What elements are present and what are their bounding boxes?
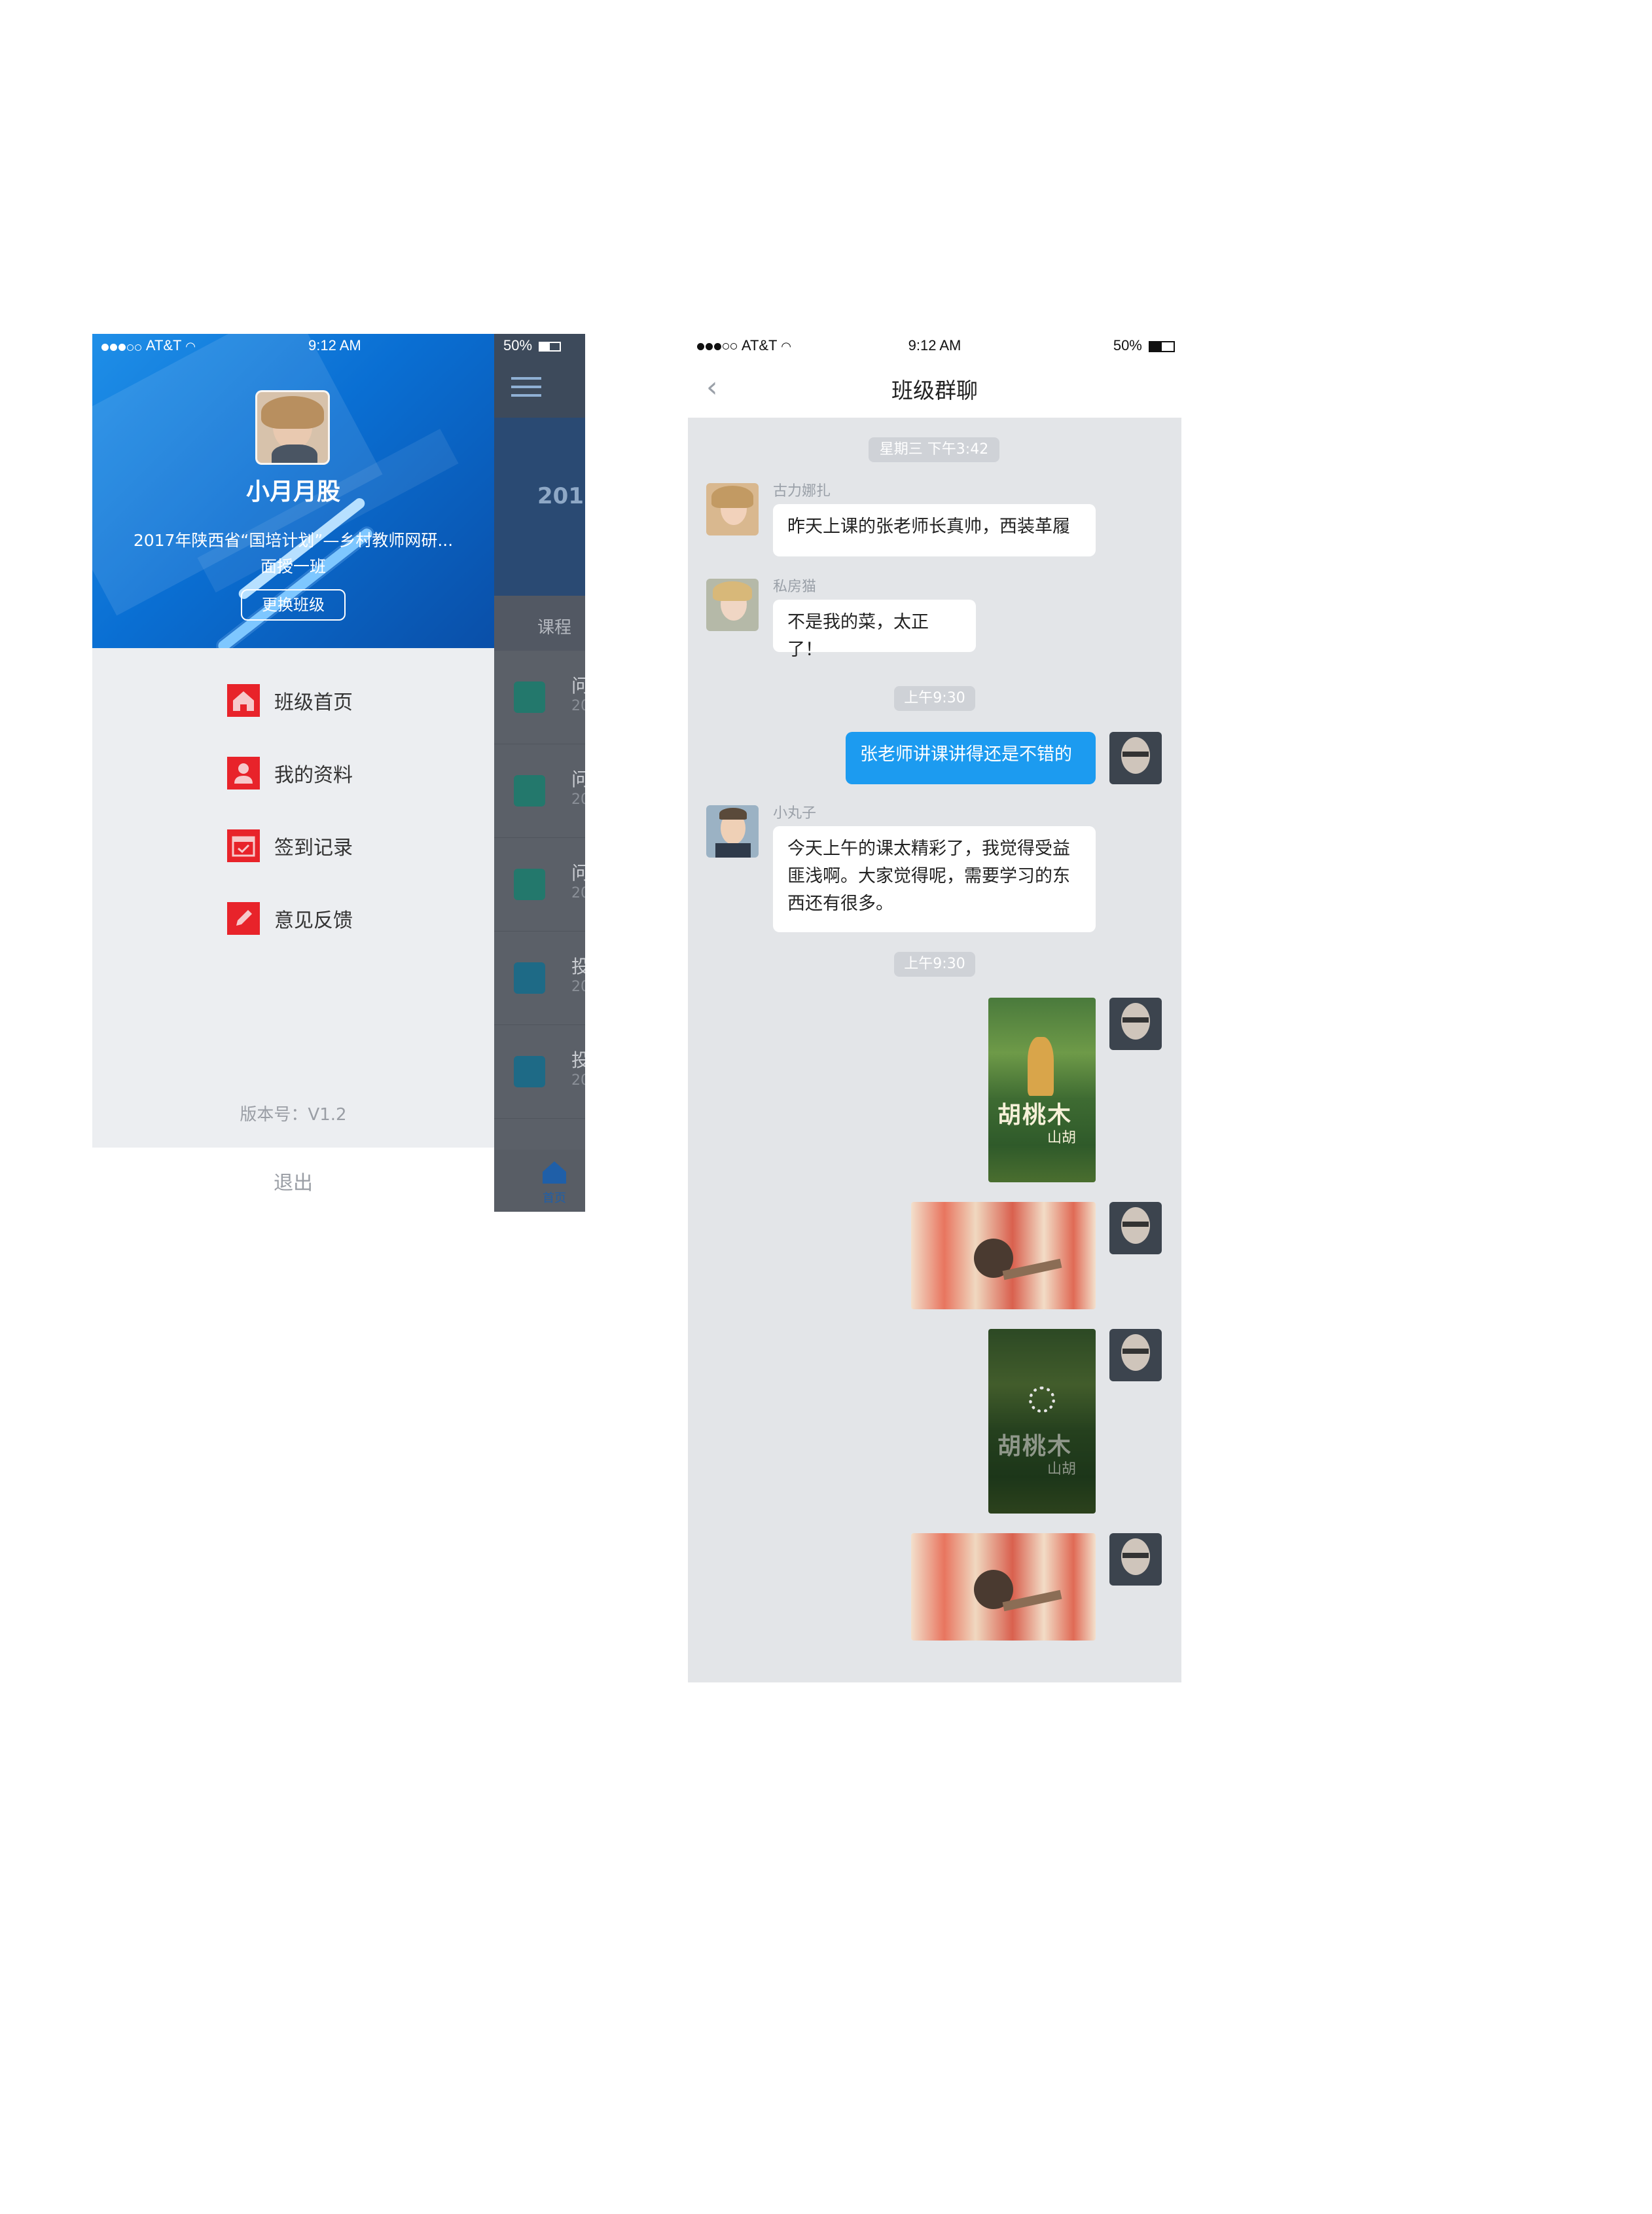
version-label: 版本号：V1.2: [240, 1105, 347, 1125]
vote-icon: [514, 962, 545, 994]
profile-name: 小月月股: [245, 479, 340, 505]
battery-icon: [539, 341, 562, 352]
my-chat-bubble[interactable]: 张老师讲课讲得还是不错的: [846, 732, 1096, 784]
chat-line: 今天上午的课太精彩了，我觉得受益: [787, 839, 1070, 859]
my-avatar[interactable]: [1109, 1329, 1162, 1381]
chat-bubble[interactable]: 不是我的菜，太正了！: [773, 600, 976, 660]
menu-item-label: 意见反馈: [274, 909, 353, 932]
menu-item-checkin-records[interactable]: 签到记录: [227, 826, 353, 865]
user-icon: [227, 757, 260, 789]
class-description: 2017年陕西省“国培计划”—乡村教师网研... 面授一班: [112, 528, 475, 580]
home-tab-icon[interactable]: [540, 1159, 569, 1185]
list-item-title: 问: [571, 862, 585, 884]
list-item-title: 投: [571, 956, 585, 977]
avatar[interactable]: [255, 390, 330, 465]
list-item-sub: 20: [571, 885, 585, 901]
timestamp: 星期三 下午3:42: [869, 437, 999, 462]
home-tab-label: 首页: [543, 1191, 566, 1205]
nav-bar: AT&T ◠ 9:12 AM 50% ‹ 班级群聊: [688, 334, 1181, 418]
battery-label: 50%: [1113, 334, 1175, 357]
chat-line: 西还有很多。: [787, 894, 893, 914]
menu-item-label: 签到记录: [274, 837, 353, 860]
image-message-book[interactable]: 胡桃木 山胡: [988, 998, 1096, 1182]
sender-name: 小丸子: [773, 805, 817, 822]
peek-tabbar: 首页: [494, 1150, 585, 1212]
signal-icon: [101, 335, 143, 358]
avatar[interactable]: [706, 483, 759, 535]
image-message-forest[interactable]: [911, 1202, 1096, 1309]
side-drawer-screen: AT&T ◠ 9:12 AM 小月月股 2017年陕西省“国培计划”—乡村教师网…: [92, 334, 585, 1212]
list-item-sub: 20: [571, 698, 585, 714]
profile-header: AT&T ◠ 9:12 AM 小月月股 2017年陕西省“国培计划”—乡村教师网…: [92, 334, 494, 648]
peek-header: 50%: [494, 334, 585, 418]
menu-item-label: 班级首页: [274, 691, 353, 714]
change-class-button[interactable]: 更换班级: [241, 589, 346, 621]
vote-icon: [514, 1056, 545, 1087]
list-item-title: 问: [571, 675, 585, 697]
list-item[interactable]: 投 20: [494, 932, 585, 1025]
list-item[interactable]: 投 20: [494, 1025, 585, 1119]
book-title: 胡桃木: [997, 1102, 1073, 1129]
list-item-title: 问: [571, 769, 585, 790]
status-time: 9:12 AM: [308, 337, 361, 354]
chat-line: 匪浅啊。大家觉得呢，需要学习的东: [787, 866, 1070, 886]
pencil-icon: [227, 902, 260, 935]
list-item[interactable]: 问 20: [494, 651, 585, 744]
peek-banner: 2017: [494, 418, 585, 596]
task-icon: [514, 681, 545, 713]
menu-icon[interactable]: [511, 377, 541, 397]
home-icon: [227, 684, 260, 717]
book-title: 胡桃木: [997, 1433, 1073, 1460]
timestamp: 上午9:30: [894, 952, 975, 977]
list-item[interactable]: 问 20: [494, 838, 585, 932]
battery-label: 50%: [503, 334, 562, 357]
chat-bubble[interactable]: 昨天上课的张老师长真帅，西装革履: [773, 504, 1096, 556]
side-drawer: AT&T ◠ 9:12 AM 小月月股 2017年陕西省“国培计划”—乡村教师网…: [92, 334, 494, 1212]
menu-item-label: 我的资料: [274, 764, 353, 787]
peek-banner-text: 2017: [537, 483, 585, 509]
loading-spinner-icon: [1029, 1387, 1055, 1413]
peek-tabs: 课程: [494, 596, 585, 651]
wifi-icon: ◠: [185, 340, 196, 353]
sender-name: 古力娜扎: [773, 483, 831, 499]
menu-item-feedback[interactable]: 意见反馈: [227, 899, 353, 938]
task-icon: [514, 775, 545, 807]
my-avatar[interactable]: [1109, 1533, 1162, 1586]
avatar[interactable]: [706, 579, 759, 631]
status-bar-left: AT&T ◠: [101, 334, 196, 357]
menu-item-my-profile[interactable]: 我的资料: [227, 753, 353, 793]
task-icon: [514, 869, 545, 900]
class-line-1: 2017年陕西省“国培计划”—乡村教师网研...: [133, 531, 454, 550]
main-screen-peek[interactable]: 50% 2017 课程 问 20 问 20 问: [494, 334, 585, 1212]
image-message-book-loading[interactable]: 胡桃木 山胡: [988, 1329, 1096, 1514]
page-title: 班级群聊: [891, 378, 978, 403]
book-subtitle: 山胡: [1047, 1130, 1077, 1146]
list-item-sub: 20: [571, 791, 585, 808]
sender-name: 私房猫: [773, 579, 817, 595]
carrier-label: AT&T: [145, 337, 182, 354]
chat-bubble[interactable]: 今天上午的课太精彩了，我觉得受益 匪浅啊。大家觉得呢，需要学习的东 西还有很多。: [773, 826, 1096, 932]
group-chat-screen: AT&T ◠ 9:12 AM 50% ‹ 班级群聊 星期三 下午3:42 古力娜…: [688, 334, 1181, 1682]
list-item[interactable]: 问 20: [494, 744, 585, 838]
book-subtitle: 山胡: [1047, 1461, 1077, 1478]
list-item-title: 投: [571, 1049, 585, 1071]
calendar-check-icon: [227, 829, 260, 862]
list-item-sub: 20: [571, 1072, 585, 1089]
my-avatar[interactable]: [1109, 1202, 1162, 1254]
list-item-sub: 20: [571, 979, 585, 995]
logout-button[interactable]: 退出: [92, 1167, 494, 1195]
my-avatar[interactable]: [1109, 732, 1162, 784]
class-line-2: 面授一班: [260, 557, 326, 576]
avatar[interactable]: [706, 805, 759, 858]
menu-item-class-home[interactable]: 班级首页: [227, 681, 353, 720]
image-message-forest[interactable]: [911, 1533, 1096, 1641]
status-time: 9:12 AM: [908, 337, 961, 354]
my-avatar[interactable]: [1109, 998, 1162, 1050]
timestamp: 上午9:30: [894, 686, 975, 711]
battery-icon: [1149, 340, 1175, 352]
peek-tab-label: 课程: [537, 618, 572, 638]
